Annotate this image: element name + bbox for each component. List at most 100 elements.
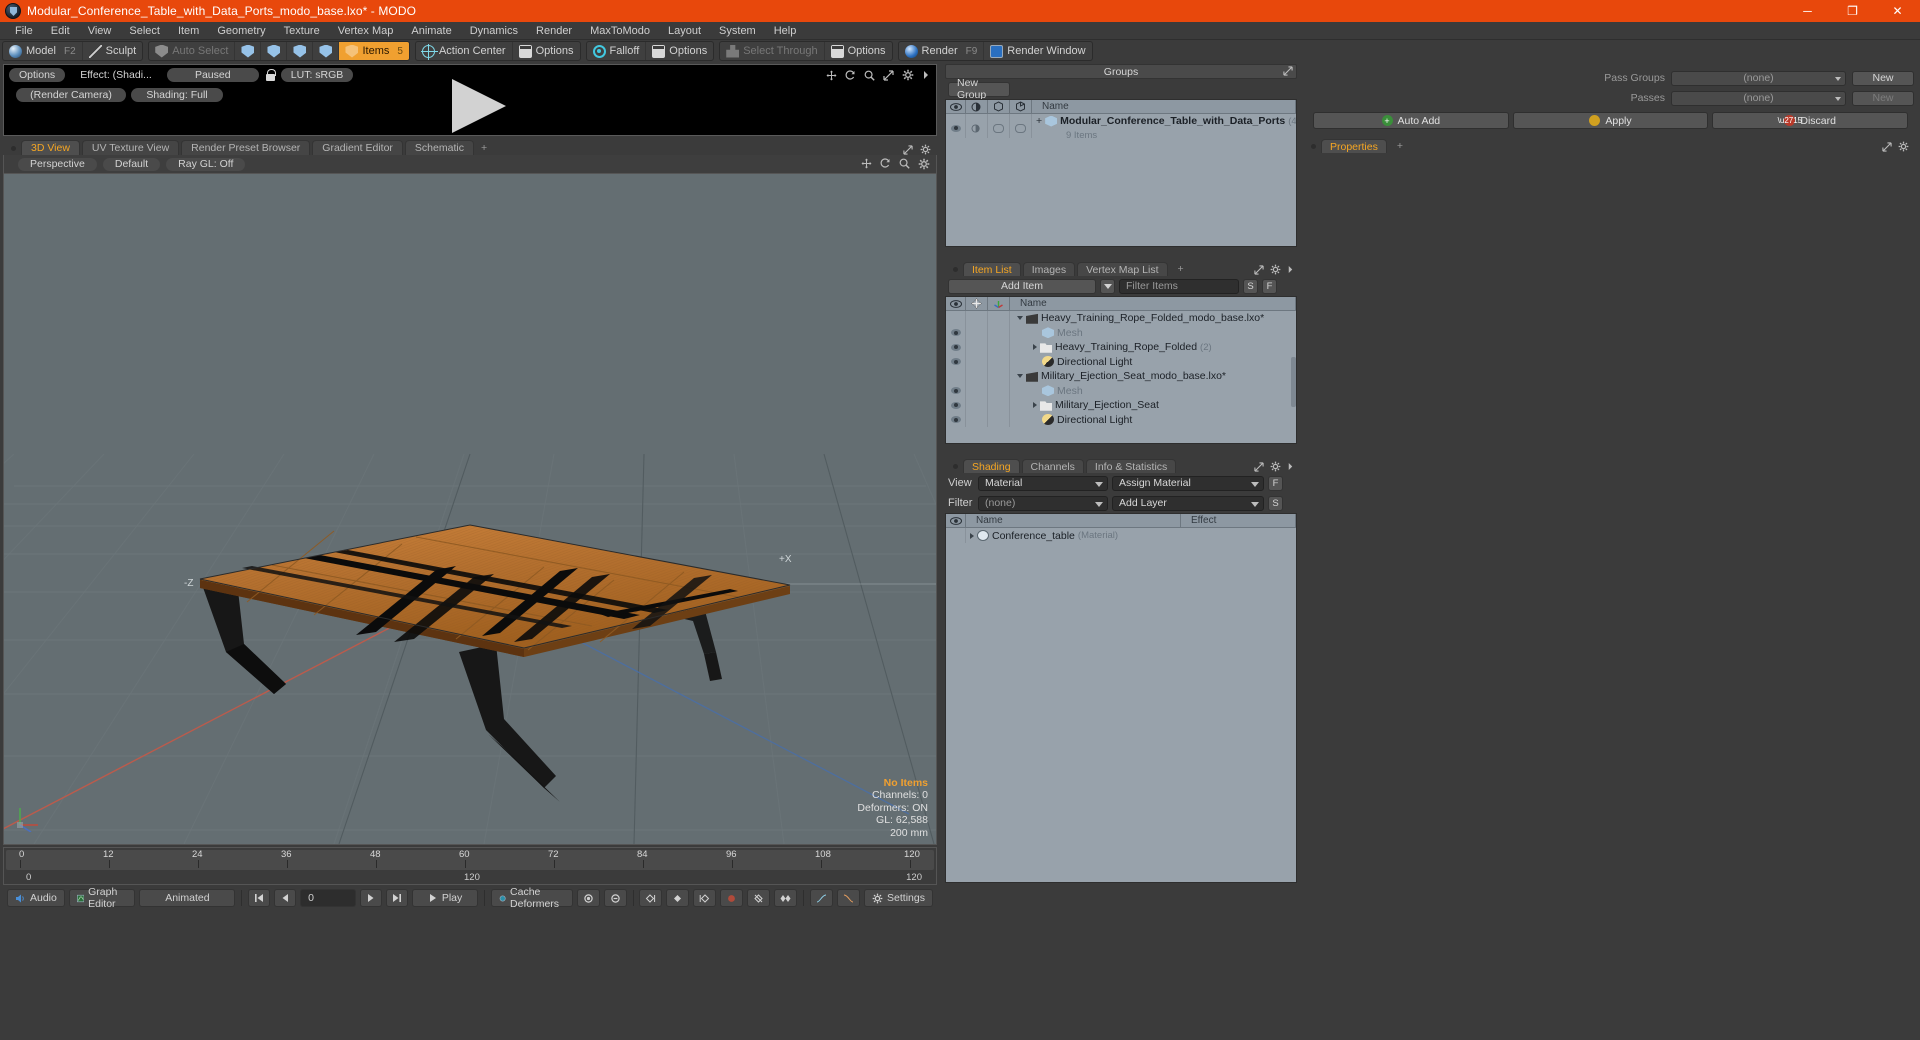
toolbar-button-sculpt[interactable]: Sculpt — [83, 42, 143, 60]
menu-item-maxtomodo[interactable]: MaxToModo — [581, 23, 659, 39]
add-item-button[interactable]: Add Item — [948, 278, 1096, 294]
add-layer-flag-button[interactable]: S — [1268, 495, 1283, 511]
row-axis-toggle[interactable] — [988, 369, 1010, 384]
set-key-button[interactable] — [720, 889, 744, 907]
expander-down-icon[interactable] — [1017, 316, 1023, 321]
animated-dropdown[interactable]: Animated — [139, 889, 236, 907]
row-move-toggle[interactable] — [966, 412, 988, 427]
maximize-panel-icon[interactable] — [1254, 461, 1264, 472]
menu-item-animate[interactable]: Animate — [402, 23, 460, 39]
tab-gradient-editor[interactable]: Gradient Editor — [312, 140, 403, 155]
new-group-button[interactable]: New Group — [948, 77, 1010, 101]
minimize-button[interactable]: ─ — [1785, 0, 1830, 22]
row-lock-toggle[interactable] — [988, 114, 1010, 138]
row-move-toggle[interactable] — [966, 340, 988, 355]
graph-editor-button[interactable]: Graph Editor — [68, 886, 136, 910]
row-axis-toggle[interactable] — [988, 340, 1010, 355]
expander-right-icon[interactable] — [970, 532, 974, 539]
item-list-add-tab-button[interactable]: + — [1170, 262, 1192, 276]
preview-options-button[interactable]: Options — [9, 68, 66, 82]
expander-down-icon[interactable] — [1017, 374, 1023, 379]
toolbar-button-polygon-select[interactable] — [287, 42, 314, 60]
row-axis-toggle[interactable] — [988, 383, 1010, 398]
row-visible-toggle[interactable] — [946, 383, 966, 398]
assign-material-flag-button[interactable]: F — [1268, 475, 1283, 491]
row-axis-toggle[interactable] — [988, 354, 1010, 369]
row-visible-toggle[interactable] — [946, 412, 966, 427]
expander-right-icon[interactable] — [1033, 344, 1037, 351]
menu-item-item[interactable]: Item — [169, 23, 208, 39]
maximize-panel-icon[interactable] — [883, 69, 894, 81]
menu-item-file[interactable]: File — [6, 23, 42, 39]
toolbar-button-material-select[interactable] — [313, 42, 340, 60]
menu-item-layout[interactable]: Layout — [659, 23, 710, 39]
key-button[interactable] — [666, 889, 690, 907]
row-visible-toggle[interactable] — [946, 354, 966, 369]
next-key-button[interactable] — [693, 889, 717, 907]
row-axis-toggle[interactable] — [988, 398, 1010, 413]
go-to-start-button[interactable] — [248, 889, 271, 907]
row-select-toggle[interactable] — [1010, 114, 1032, 138]
row-render-toggle[interactable] — [966, 114, 988, 138]
menu-item-select[interactable]: Select — [120, 23, 169, 39]
current-frame-input[interactable]: 0 — [300, 889, 357, 907]
gear-icon[interactable] — [1270, 461, 1281, 472]
unlock-icon[interactable] — [264, 68, 276, 82]
list-item[interactable]: Military_Ejection_Seat_modo_base.lxo* — [946, 369, 1296, 384]
list-item[interactable]: Directional Light — [946, 412, 1296, 427]
add-properties-tab-button[interactable]: + — [1389, 139, 1411, 153]
groups-tree[interactable]: Name + Modular_Conference_Table_with_Data… — [945, 99, 1297, 247]
view-projection-button[interactable]: Perspective — [18, 157, 97, 171]
menu-item-edit[interactable]: Edit — [42, 23, 79, 39]
row-move-toggle[interactable] — [966, 398, 988, 413]
row-axis-toggle[interactable] — [988, 311, 1010, 326]
list-item[interactable]: Mesh — [946, 325, 1296, 340]
record-button[interactable] — [576, 889, 600, 907]
row-axis-toggle[interactable] — [988, 325, 1010, 340]
row-move-toggle[interactable] — [966, 311, 988, 326]
expander-plus-icon[interactable]: + — [1036, 115, 1042, 127]
assign-material-dropdown[interactable]: Assign Material — [1112, 475, 1264, 491]
gear-icon[interactable] — [1270, 264, 1281, 275]
toolbar-button-render[interactable]: Render F9 — [899, 42, 985, 60]
viewport-3d[interactable]: +X -Z No Items Channels: 0 Deformers: ON… — [3, 173, 937, 845]
tab-item-list[interactable]: Item List — [963, 262, 1021, 276]
toolbar-button-vertex-select[interactable] — [235, 42, 262, 60]
row-visible-toggle[interactable] — [946, 340, 966, 355]
timeline-ruler[interactable]: 0 12 24 36 48 60 72 84 96 108 120 — [6, 849, 934, 870]
list-item[interactable]: Military_Ejection_Seat — [946, 398, 1296, 413]
prev-key-button[interactable] — [639, 889, 663, 907]
new-pass-button[interactable]: New — [1852, 90, 1914, 106]
toolbar-button-edge-select[interactable] — [261, 42, 288, 60]
tab-3d-view[interactable]: 3D View — [21, 140, 80, 155]
audio-button[interactable]: Audio — [7, 889, 65, 907]
passes-dropdown[interactable]: (none) — [1671, 90, 1846, 106]
step-back-button[interactable] — [274, 889, 297, 907]
tab-channels[interactable]: Channels — [1021, 459, 1084, 473]
gear-icon[interactable] — [1898, 141, 1909, 152]
go-to-end-button[interactable] — [386, 889, 409, 907]
add-item-dropdown[interactable] — [1100, 278, 1115, 294]
row-visible-toggle[interactable] — [946, 528, 966, 543]
toolbar-button-model[interactable]: Model F2 — [3, 42, 83, 60]
menu-item-view[interactable]: View — [79, 23, 121, 39]
autokey-button[interactable] — [603, 889, 627, 907]
row-axis-toggle[interactable] — [988, 412, 1010, 427]
zoom-icon[interactable] — [899, 158, 910, 169]
toolbar-button-items[interactable]: Items 5 — [339, 42, 409, 60]
row-move-toggle[interactable] — [966, 369, 988, 384]
row-visible-toggle[interactable] — [946, 398, 966, 413]
maximize-button[interactable]: ❐ — [1830, 0, 1875, 22]
expander-right-icon[interactable] — [1033, 402, 1037, 409]
maximize-panel-icon[interactable] — [1283, 66, 1293, 76]
item-list-scrollbar[interactable] — [1291, 357, 1296, 407]
chevron-right-icon[interactable] — [1287, 462, 1294, 471]
apply-button[interactable]: Apply — [1512, 112, 1709, 129]
maximize-panel-icon[interactable] — [903, 144, 913, 155]
shading-view-dropdown[interactable]: Material — [978, 475, 1108, 491]
rotate-icon[interactable] — [845, 69, 856, 81]
auto-add-button[interactable]: + Auto Add — [1313, 112, 1509, 129]
list-item[interactable]: Mesh — [946, 383, 1296, 398]
tab-shading[interactable]: Shading — [963, 459, 1020, 473]
toolbar-button-render-window[interactable]: Render Window — [984, 42, 1091, 60]
